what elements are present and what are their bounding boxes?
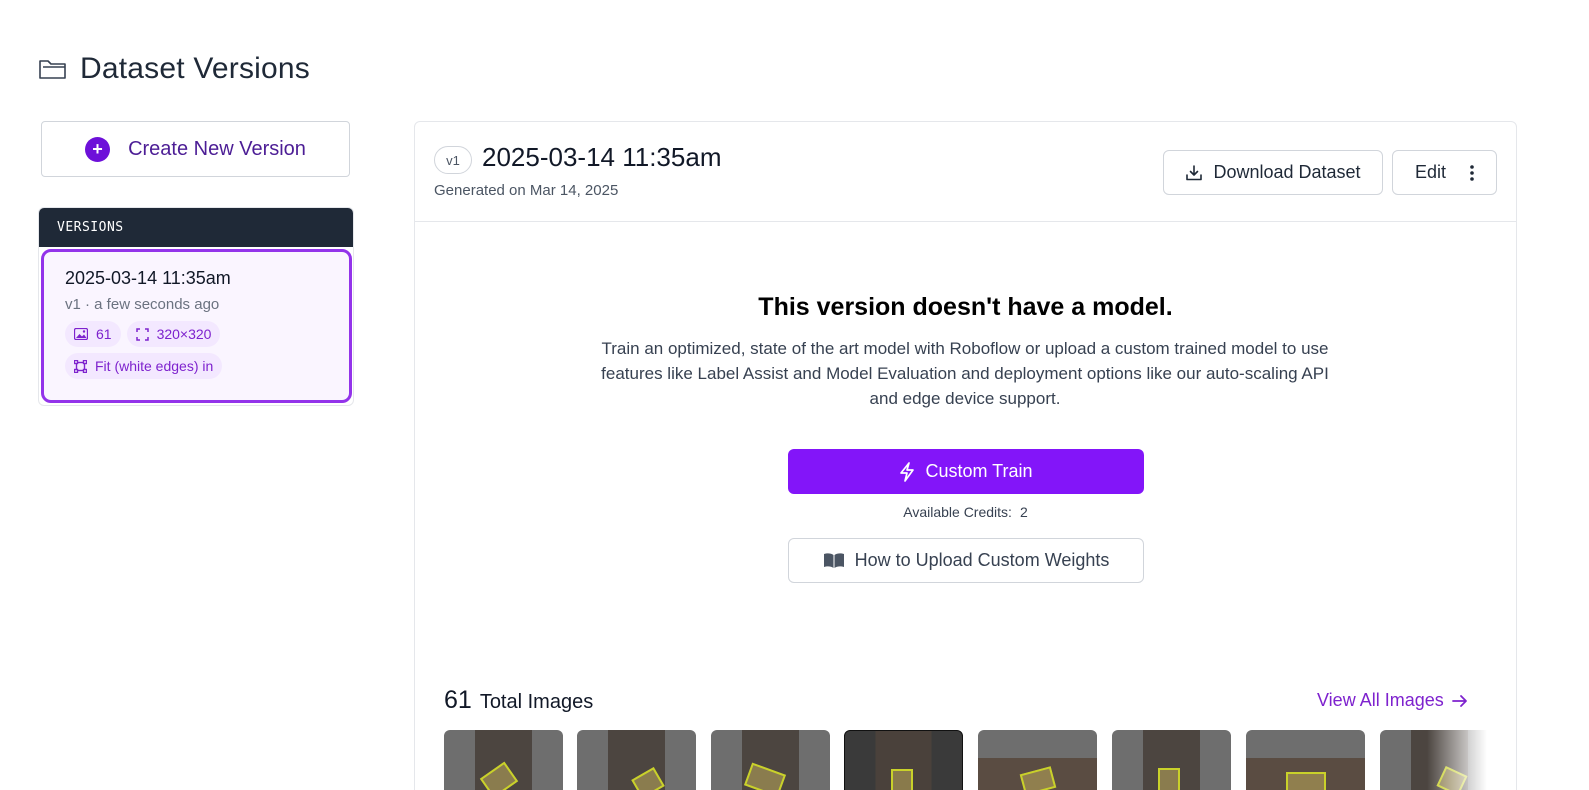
image-thumbnail[interactable]: [711, 730, 830, 790]
image-size-value: 320×320: [156, 326, 212, 342]
book-open-icon: [823, 553, 844, 568]
no-model-title: This version doesn't have a model.: [758, 293, 1173, 321]
version-detail-header: v1 2025-03-14 11:35am Generated on Mar 1…: [415, 122, 1516, 222]
edit-button[interactable]: Edit: [1392, 150, 1497, 195]
create-new-version-label: Create New Version: [128, 137, 306, 160]
versions-header: VERSIONS: [39, 208, 353, 247]
custom-train-label: Custom Train: [925, 461, 1033, 481]
generated-date: Generated on Mar 14, 2025: [434, 182, 619, 199]
version-detail-panel: v1 2025-03-14 11:35am Generated on Mar 1…: [414, 121, 1517, 790]
upload-custom-weights-button[interactable]: How to Upload Custom Weights: [788, 538, 1144, 583]
image-thumbnail[interactable]: [444, 730, 563, 790]
image-count-value: 61: [96, 326, 112, 342]
crop-icon: [74, 359, 87, 373]
page-header: Dataset Versions: [38, 52, 310, 86]
page-title: Dataset Versions: [80, 52, 310, 85]
resize-icon: [135, 327, 149, 341]
total-images: 61 Total Images: [444, 686, 593, 715]
preprocess-value: Fit (white edges) in: [95, 358, 214, 374]
version-card-v1[interactable]: 2025-03-14 11:35am v1 · a few seconds ag…: [41, 249, 352, 403]
versions-panel: VERSIONS 2025-03-14 11:35am v1 · a few s…: [38, 207, 354, 406]
image-thumbnails: [444, 730, 1487, 790]
view-all-images-link[interactable]: View All Images: [1317, 690, 1468, 711]
total-images-label: Total Images: [479, 691, 594, 713]
image-thumbnail[interactable]: [1112, 730, 1231, 790]
image-count-chip: 61: [65, 321, 121, 347]
available-credits-value: 2: [1019, 504, 1028, 520]
total-images-count: 61: [444, 686, 472, 714]
download-icon: [1186, 164, 1203, 180]
image-thumbnail[interactable]: [978, 730, 1097, 790]
version-badge: v1: [434, 146, 472, 174]
more-vertical-icon: [1470, 164, 1474, 181]
edit-label: Edit: [1414, 162, 1447, 182]
download-dataset-button[interactable]: Download Dataset: [1163, 150, 1383, 195]
preprocess-chip: Fit (white edges) in: [65, 353, 223, 379]
version-title: 2025-03-14 11:35am: [482, 142, 722, 172]
arrow-right-icon: [1451, 694, 1467, 707]
available-credits: Available Credits: 2: [415, 504, 1516, 520]
image-thumbnail[interactable]: [577, 730, 696, 790]
thumbnail-fade: [1427, 730, 1487, 790]
image-icon: [74, 328, 88, 340]
view-all-images-label: View All Images: [1317, 690, 1444, 710]
no-model-description: Train an optimized, state of the art mod…: [601, 339, 1329, 408]
upload-custom-weights-label: How to Upload Custom Weights: [854, 550, 1110, 570]
version-card-chips: 61 320×320 Fit (white edges) in: [65, 321, 325, 379]
version-card-subtitle: v1 · a few seconds ago: [65, 296, 220, 313]
plus-circle-icon: +: [85, 136, 111, 162]
image-size-chip: 320×320: [126, 321, 221, 347]
folder-icon: [38, 56, 68, 82]
lightning-icon: [900, 461, 915, 482]
create-new-version-button[interactable]: + Create New Version: [41, 121, 350, 177]
custom-train-button[interactable]: Custom Train: [788, 449, 1144, 494]
image-thumbnail[interactable]: [844, 730, 963, 790]
available-credits-label: Available Credits:: [903, 504, 1012, 520]
image-thumbnail[interactable]: [1246, 730, 1365, 790]
download-dataset-label: Download Dataset: [1213, 162, 1361, 182]
version-card-title: 2025-03-14 11:35am: [65, 268, 231, 288]
